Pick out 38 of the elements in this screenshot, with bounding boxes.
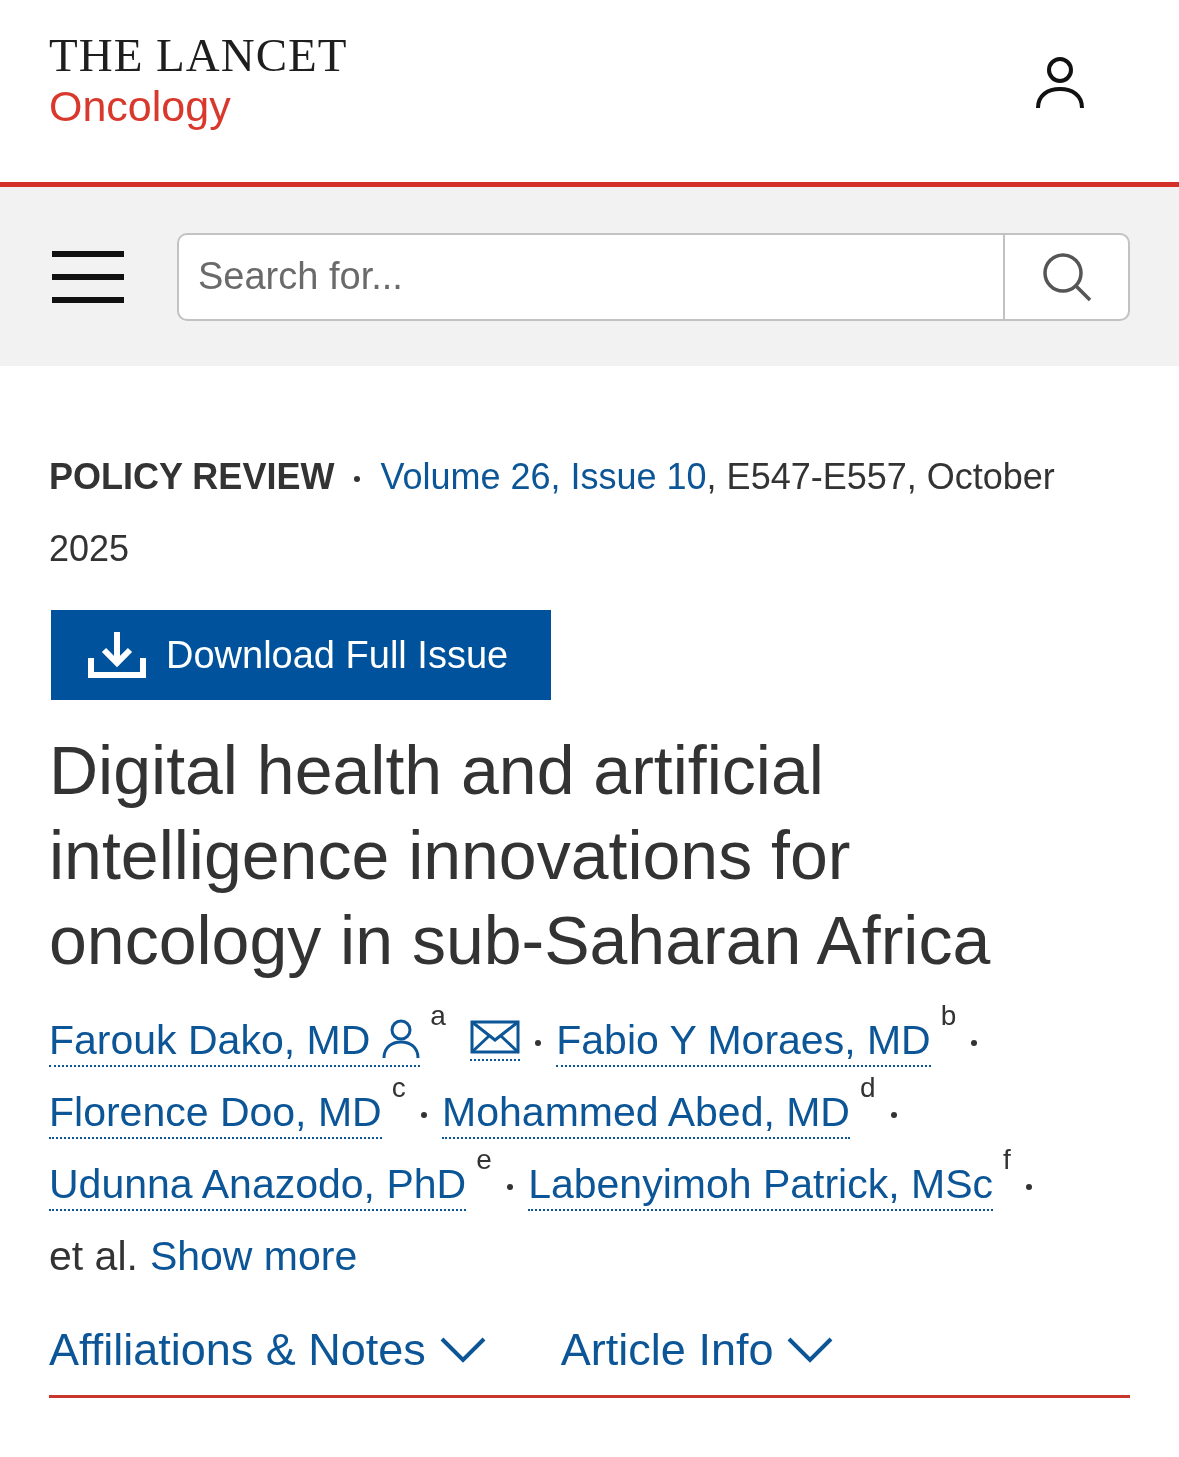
affiliation-letter: b — [940, 1000, 957, 1032]
download-full-issue-button[interactable]: Download Full Issue — [51, 610, 551, 700]
author-link[interactable]: Labenyimoh Patrick, MSc — [528, 1159, 993, 1211]
dot-separator-icon — [534, 1040, 541, 1047]
author-link[interactable]: Farouk Dako, MD — [49, 1015, 421, 1067]
author-link[interactable]: Mohammed Abed, MD — [442, 1087, 850, 1139]
dot-separator-icon — [1025, 1184, 1032, 1191]
issue-link[interactable]: Volume 26, Issue 10 — [380, 456, 707, 497]
affiliation-letter: c — [391, 1072, 406, 1104]
dot-separator-icon — [354, 476, 361, 483]
journal-logo-title: THE LANCET — [49, 30, 348, 80]
search-icon — [1041, 251, 1092, 302]
section-toggle[interactable]: Article Info — [560, 1320, 834, 1380]
section-toggle[interactable]: Affiliations & Notes — [49, 1320, 486, 1380]
et-al-text: et al. — [49, 1233, 138, 1279]
menu-icon — [52, 250, 124, 303]
dot-separator-icon — [971, 1040, 978, 1047]
show-more-link[interactable]: Show more — [149, 1233, 358, 1279]
account-button[interactable] — [1035, 56, 1085, 110]
author-link[interactable]: Florence Doo, MD — [49, 1087, 382, 1139]
dot-separator-icon — [506, 1184, 513, 1191]
search-button[interactable] — [1003, 232, 1130, 321]
author-link[interactable]: Udunna Anazodo, PhD — [49, 1159, 467, 1211]
menu-button[interactable] — [52, 250, 124, 303]
download-icon — [88, 632, 146, 678]
journal-logo-subtitle: Oncology — [49, 81, 232, 132]
mail-icon — [469, 1020, 520, 1054]
dot-separator-icon — [420, 1112, 427, 1119]
search-field[interactable]: Search for... — [177, 232, 1003, 321]
article-citation-line: POLICY REVIEW Volume 26, Issue 10, E547-E557, October 2025 — [49, 455, 1056, 571]
article-title: Digital health and artificial intelligence innovations for oncology in sub-Saharan Africa — [49, 731, 992, 980]
affiliation-letter: d — [860, 1072, 876, 1104]
affiliation-letter: e — [476, 1144, 492, 1176]
affiliation-letter: f — [1003, 1144, 1011, 1176]
dot-separator-icon — [890, 1112, 897, 1119]
affiliation-letter: a — [430, 1000, 446, 1032]
author-link[interactable]: Fabio Y Moraes, MD — [556, 1015, 931, 1067]
user-icon — [1035, 56, 1085, 110]
